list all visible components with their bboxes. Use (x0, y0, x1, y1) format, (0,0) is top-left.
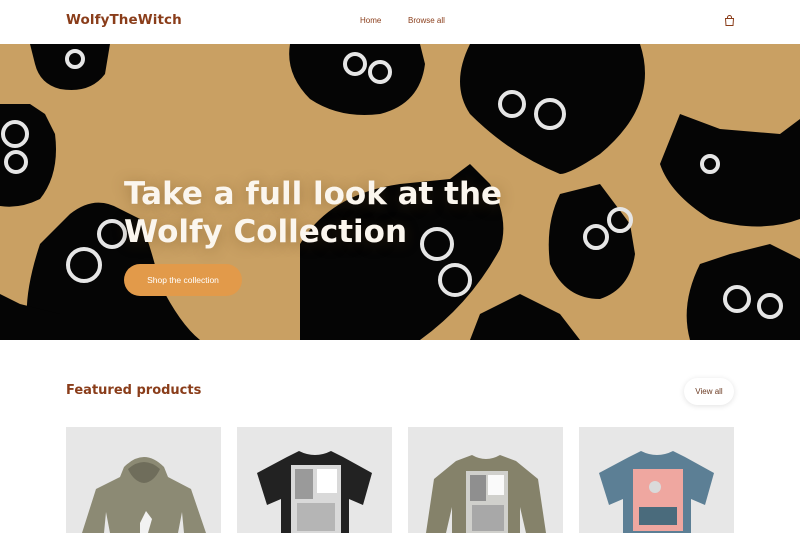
product-card-blue-tshirt[interactable] (579, 427, 734, 533)
shopping-bag-icon[interactable] (723, 14, 736, 27)
hero-title-line-1: Take a full look at the (124, 176, 503, 212)
hero-banner: Take a full look at the Wolfy Collection… (0, 44, 800, 340)
product-card-olive-sweatshirt[interactable] (408, 427, 563, 533)
view-all-button[interactable]: View all (684, 378, 734, 405)
product-card-black-tshirt[interactable] (237, 427, 392, 533)
nav-home-link[interactable]: Home (360, 16, 381, 25)
hero-title: Take a full look at the Wolfy Collection (124, 175, 544, 251)
product-card-olive-hoodie[interactable] (66, 427, 221, 533)
featured-products-heading: Featured products (66, 383, 202, 398)
blue-tshirt-image (599, 451, 714, 533)
hero-title-line-2: Wolfy Collection (124, 214, 408, 250)
black-tshirt-image (257, 451, 372, 533)
site-header: WolfyTheWitch Home Browse all (0, 0, 800, 44)
olive-hoodie-image (82, 457, 206, 533)
shop-collection-button[interactable]: Shop the collection (124, 264, 242, 296)
olive-sweatshirt-image (426, 455, 546, 533)
nav-browse-all-link[interactable]: Browse all (408, 16, 445, 25)
site-logo[interactable]: WolfyTheWitch (66, 12, 182, 28)
